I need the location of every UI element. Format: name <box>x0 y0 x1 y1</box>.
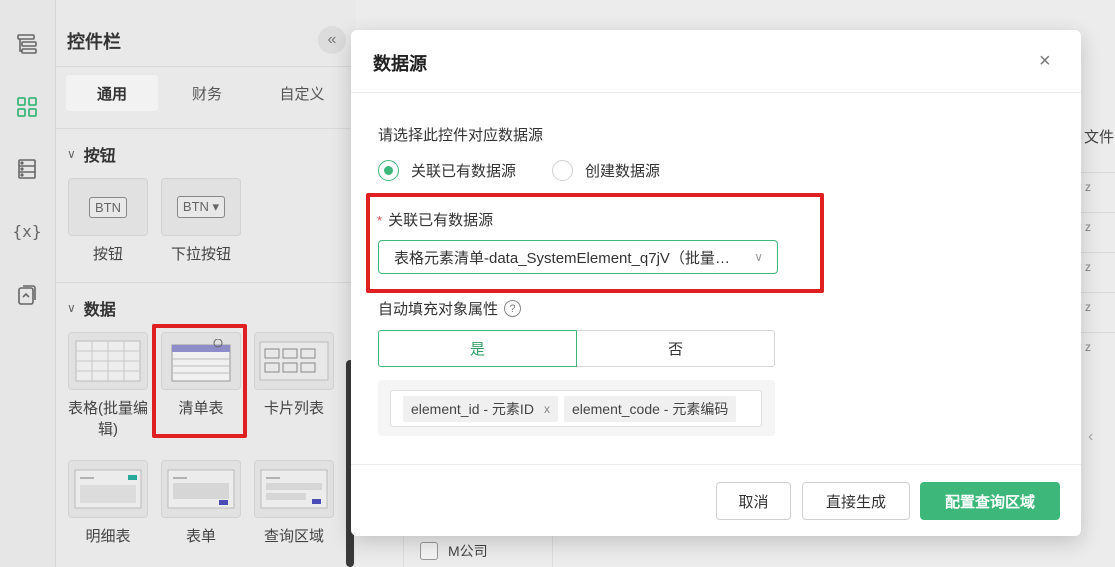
configure-query-area-button[interactable]: 配置查询区域 <box>920 482 1060 520</box>
autofill-label: 自动填充对象属性 ? <box>378 298 522 319</box>
toggle-yes-button[interactable]: 是 <box>378 330 577 367</box>
widget-thumbnail <box>68 332 148 390</box>
detail-table-thumbnail-icon <box>74 469 142 509</box>
widget-thumbnail: BTN <box>68 178 148 236</box>
table-cell: z <box>1081 332 1115 372</box>
card-list-thumbnail-icon <box>259 341 329 381</box>
section-data-header[interactable]: ∨ 数据 <box>67 296 116 320</box>
cancel-button[interactable]: 取消 <box>716 482 791 520</box>
widget-label: 表单 <box>185 528 216 545</box>
divider <box>351 92 1081 93</box>
widget-label: 明细表 <box>85 528 131 545</box>
divider <box>351 464 1081 465</box>
dialog-title: 数据源 <box>373 54 427 74</box>
attribute-tag-input[interactable]: element_id - 元素ID x element_code - 元素编码 <box>390 390 762 427</box>
panel-tabs: 通用 财务 自定义 <box>66 75 356 111</box>
attribute-tag-area: element_id - 元素ID x element_code - 元素编码 <box>378 380 775 436</box>
radio-label: 创建数据源 <box>585 163 661 180</box>
panel-title: 控件栏 <box>67 32 121 52</box>
source-radio-group: 关联已有数据源 创建数据源 <box>378 160 660 181</box>
section-title: 按钮 <box>83 148 116 165</box>
btn-glyph: BTN ▾ <box>176 196 226 218</box>
form-icon[interactable] <box>14 282 40 308</box>
query-area-thumbnail-icon <box>260 469 328 509</box>
attribute-tag: element_id - 元素ID x <box>403 395 558 422</box>
red-highlight-box <box>366 193 824 293</box>
divider <box>56 66 356 67</box>
widget-batch-table[interactable]: 表格(批量编辑) <box>68 332 148 440</box>
dialog-prompt: 请选择此控件对应数据源 <box>378 127 544 144</box>
radio-label: 关联已有数据源 <box>411 163 517 180</box>
radio-dot[interactable] <box>378 160 399 181</box>
tab-general[interactable]: 通用 <box>66 75 158 111</box>
widget-label: 卡片列表 <box>263 400 324 417</box>
help-icon[interactable]: ? <box>504 300 522 317</box>
attribute-tag: element_code - 元素编码 <box>563 395 737 422</box>
radio-dot[interactable] <box>552 160 574 181</box>
toggle-no-button[interactable]: 否 <box>577 330 775 367</box>
table-cell: z <box>1081 212 1115 252</box>
widget-detail-table[interactable]: 明细表 <box>68 460 148 547</box>
row-checkbox[interactable] <box>420 542 438 560</box>
outline-icon[interactable] <box>14 31 40 57</box>
widget-label: 表格(批量编辑) <box>68 400 148 438</box>
widget-label: 下拉按钮 <box>170 246 231 263</box>
section-title: 数据 <box>83 302 116 319</box>
widget-panel: 控件栏 « 通用 财务 自定义 ∨ 按钮 BTN 按钮 BTN ▾ 下拉按钮 ∨… <box>56 0 356 567</box>
tab-finance[interactable]: 财务 <box>161 75 253 111</box>
widget-thumbnail: BTN ▾ <box>161 178 241 236</box>
autofill-label-text: 自动填充对象属性 <box>378 301 499 318</box>
icon-rail: {x} <box>0 0 56 567</box>
remove-tag-icon[interactable]: x <box>544 402 550 416</box>
widget-button[interactable]: BTN 按钮 <box>68 178 148 265</box>
btn-glyph-text: BTN <box>182 199 209 214</box>
table-cell: z <box>1081 252 1115 292</box>
row-label: M公司 <box>448 543 488 559</box>
table-icon[interactable] <box>14 156 40 182</box>
widget-thumbnail <box>161 460 241 518</box>
grid-thumbnail-icon <box>75 340 141 382</box>
widget-thumbnail <box>68 460 148 518</box>
section-buttons-header[interactable]: ∨ 按钮 <box>67 142 116 166</box>
widget-query-area[interactable]: 查询区域 <box>254 460 334 547</box>
column-header: 文件 <box>1084 129 1115 146</box>
chevron-left-icon[interactable]: ‹ <box>1088 428 1093 446</box>
chevron-down-icon: ▾ <box>208 199 220 214</box>
table-cell: z <box>1081 172 1115 212</box>
radio-create-source[interactable]: 创建数据源 <box>552 160 660 181</box>
variable-icon[interactable]: {x} <box>13 218 42 244</box>
btn-glyph: BTN <box>89 196 127 218</box>
chevron-down-icon: ∨ <box>67 147 76 161</box>
red-highlight-box <box>152 324 247 438</box>
widget-label: 查询区域 <box>263 528 324 545</box>
grid-icon[interactable] <box>14 94 40 120</box>
radio-existing-source[interactable]: 关联已有数据源 <box>378 160 516 181</box>
widget-dropdown-button[interactable]: BTN ▾ 下拉按钮 <box>161 178 241 265</box>
widget-thumbnail <box>254 332 334 390</box>
collapse-panel-button[interactable]: « <box>318 26 346 54</box>
autofill-toggle: 是 否 <box>378 330 775 367</box>
tab-custom[interactable]: 自定义 <box>256 75 348 111</box>
table-cell: z <box>1081 292 1115 332</box>
close-icon[interactable]: × <box>1039 50 1051 73</box>
divider <box>56 128 356 129</box>
generate-directly-button[interactable]: 直接生成 <box>802 482 910 520</box>
form-thumbnail-icon <box>167 469 235 509</box>
chevron-down-icon: ∨ <box>67 301 76 315</box>
table-row[interactable]: M公司 <box>403 535 553 567</box>
divider <box>56 282 356 283</box>
widget-thumbnail <box>254 460 334 518</box>
tag-label: element_code - 元素编码 <box>571 400 729 417</box>
widget-form[interactable]: 表单 <box>161 460 241 547</box>
widget-card-list[interactable]: 卡片列表 <box>254 332 334 419</box>
tag-label: element_id - 元素ID <box>411 400 534 417</box>
widget-label: 按钮 <box>92 246 123 263</box>
